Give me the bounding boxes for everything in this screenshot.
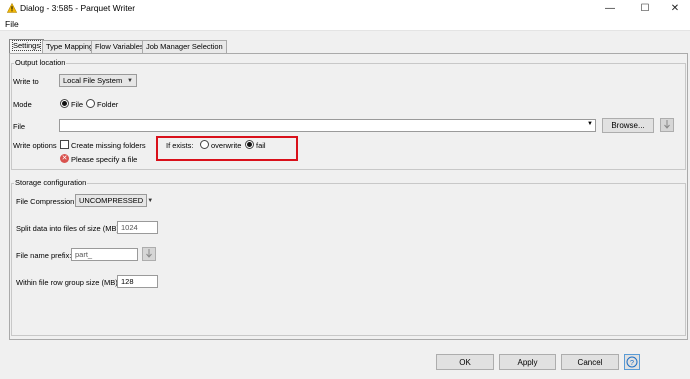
cancel-button[interactable]: Cancel bbox=[561, 354, 619, 370]
maximize-button[interactable]: ☐ bbox=[630, 0, 660, 16]
svg-text:?: ? bbox=[630, 358, 634, 367]
chevron-down-icon: ▼ bbox=[127, 77, 133, 84]
compression-label: File Compression: bbox=[16, 197, 77, 206]
write-to-dropdown[interactable]: Local File System ▼ bbox=[59, 74, 137, 87]
flow-variable-icon[interactable] bbox=[142, 247, 156, 261]
minimize-button[interactable]: — bbox=[595, 0, 625, 16]
mode-file-radio[interactable] bbox=[60, 99, 69, 108]
help-icon: ? bbox=[626, 356, 638, 368]
parquet-writer-dialog: Dialog - 3:585 - Parquet Writer — ☐ ✕ Fi… bbox=[0, 0, 690, 379]
close-button[interactable]: ✕ bbox=[660, 0, 690, 16]
error-icon: ✕ bbox=[60, 154, 69, 163]
menu-bar: File bbox=[0, 16, 690, 31]
menu-file[interactable]: File bbox=[5, 19, 19, 29]
storage-configuration-title: Storage configuration bbox=[14, 178, 88, 187]
compression-dropdown[interactable]: UNCOMPRESSED ▼ bbox=[75, 194, 153, 207]
browse-button[interactable]: Browse... bbox=[602, 118, 654, 133]
split-size-input[interactable]: 1024 bbox=[117, 221, 158, 234]
row-group-size-input[interactable]: 128 bbox=[117, 275, 158, 288]
file-label: File bbox=[13, 122, 26, 131]
output-location-title: Output location bbox=[14, 58, 67, 67]
mode-folder-radio[interactable] bbox=[86, 99, 95, 108]
split-size-label: Split data into files of size (MB): bbox=[16, 224, 122, 233]
tab-flow-variables[interactable]: Flow Variables bbox=[91, 40, 148, 53]
create-missing-folders-checkbox[interactable] bbox=[60, 140, 69, 149]
write-to-label: Write to bbox=[13, 77, 39, 86]
warning-icon bbox=[7, 3, 17, 13]
write-options-label: Write options bbox=[13, 141, 57, 150]
mode-folder-label: Folder bbox=[97, 100, 119, 109]
help-button[interactable]: ? bbox=[624, 354, 640, 370]
window-title: Dialog - 3:585 - Parquet Writer bbox=[20, 3, 136, 13]
flow-variable-icon[interactable] bbox=[660, 118, 674, 132]
mode-label: Mode bbox=[13, 100, 32, 109]
highlight-box bbox=[156, 136, 298, 161]
ok-button[interactable]: OK bbox=[436, 354, 494, 370]
title-bar: Dialog - 3:585 - Parquet Writer — ☐ ✕ bbox=[0, 0, 690, 16]
prefix-input[interactable]: part_ bbox=[71, 248, 138, 261]
apply-button[interactable]: Apply bbox=[499, 354, 556, 370]
tab-job-manager-selection[interactable]: Job Manager Selection bbox=[142, 40, 227, 53]
tab-type-mapping[interactable]: Type Mapping bbox=[42, 40, 98, 53]
prefix-label: File name prefix: bbox=[16, 251, 72, 260]
chevron-down-icon[interactable]: ▼ bbox=[587, 121, 593, 127]
chevron-down-icon: ▼ bbox=[147, 197, 154, 204]
tab-settings[interactable]: Settings bbox=[9, 39, 45, 53]
row-group-size-label: Within file row group size (MB): bbox=[16, 278, 120, 287]
file-path-input[interactable] bbox=[59, 119, 596, 132]
mode-file-label: File bbox=[71, 100, 84, 109]
error-message: Please specify a file bbox=[71, 155, 138, 164]
create-missing-folders-label: Create missing folders bbox=[71, 141, 146, 150]
